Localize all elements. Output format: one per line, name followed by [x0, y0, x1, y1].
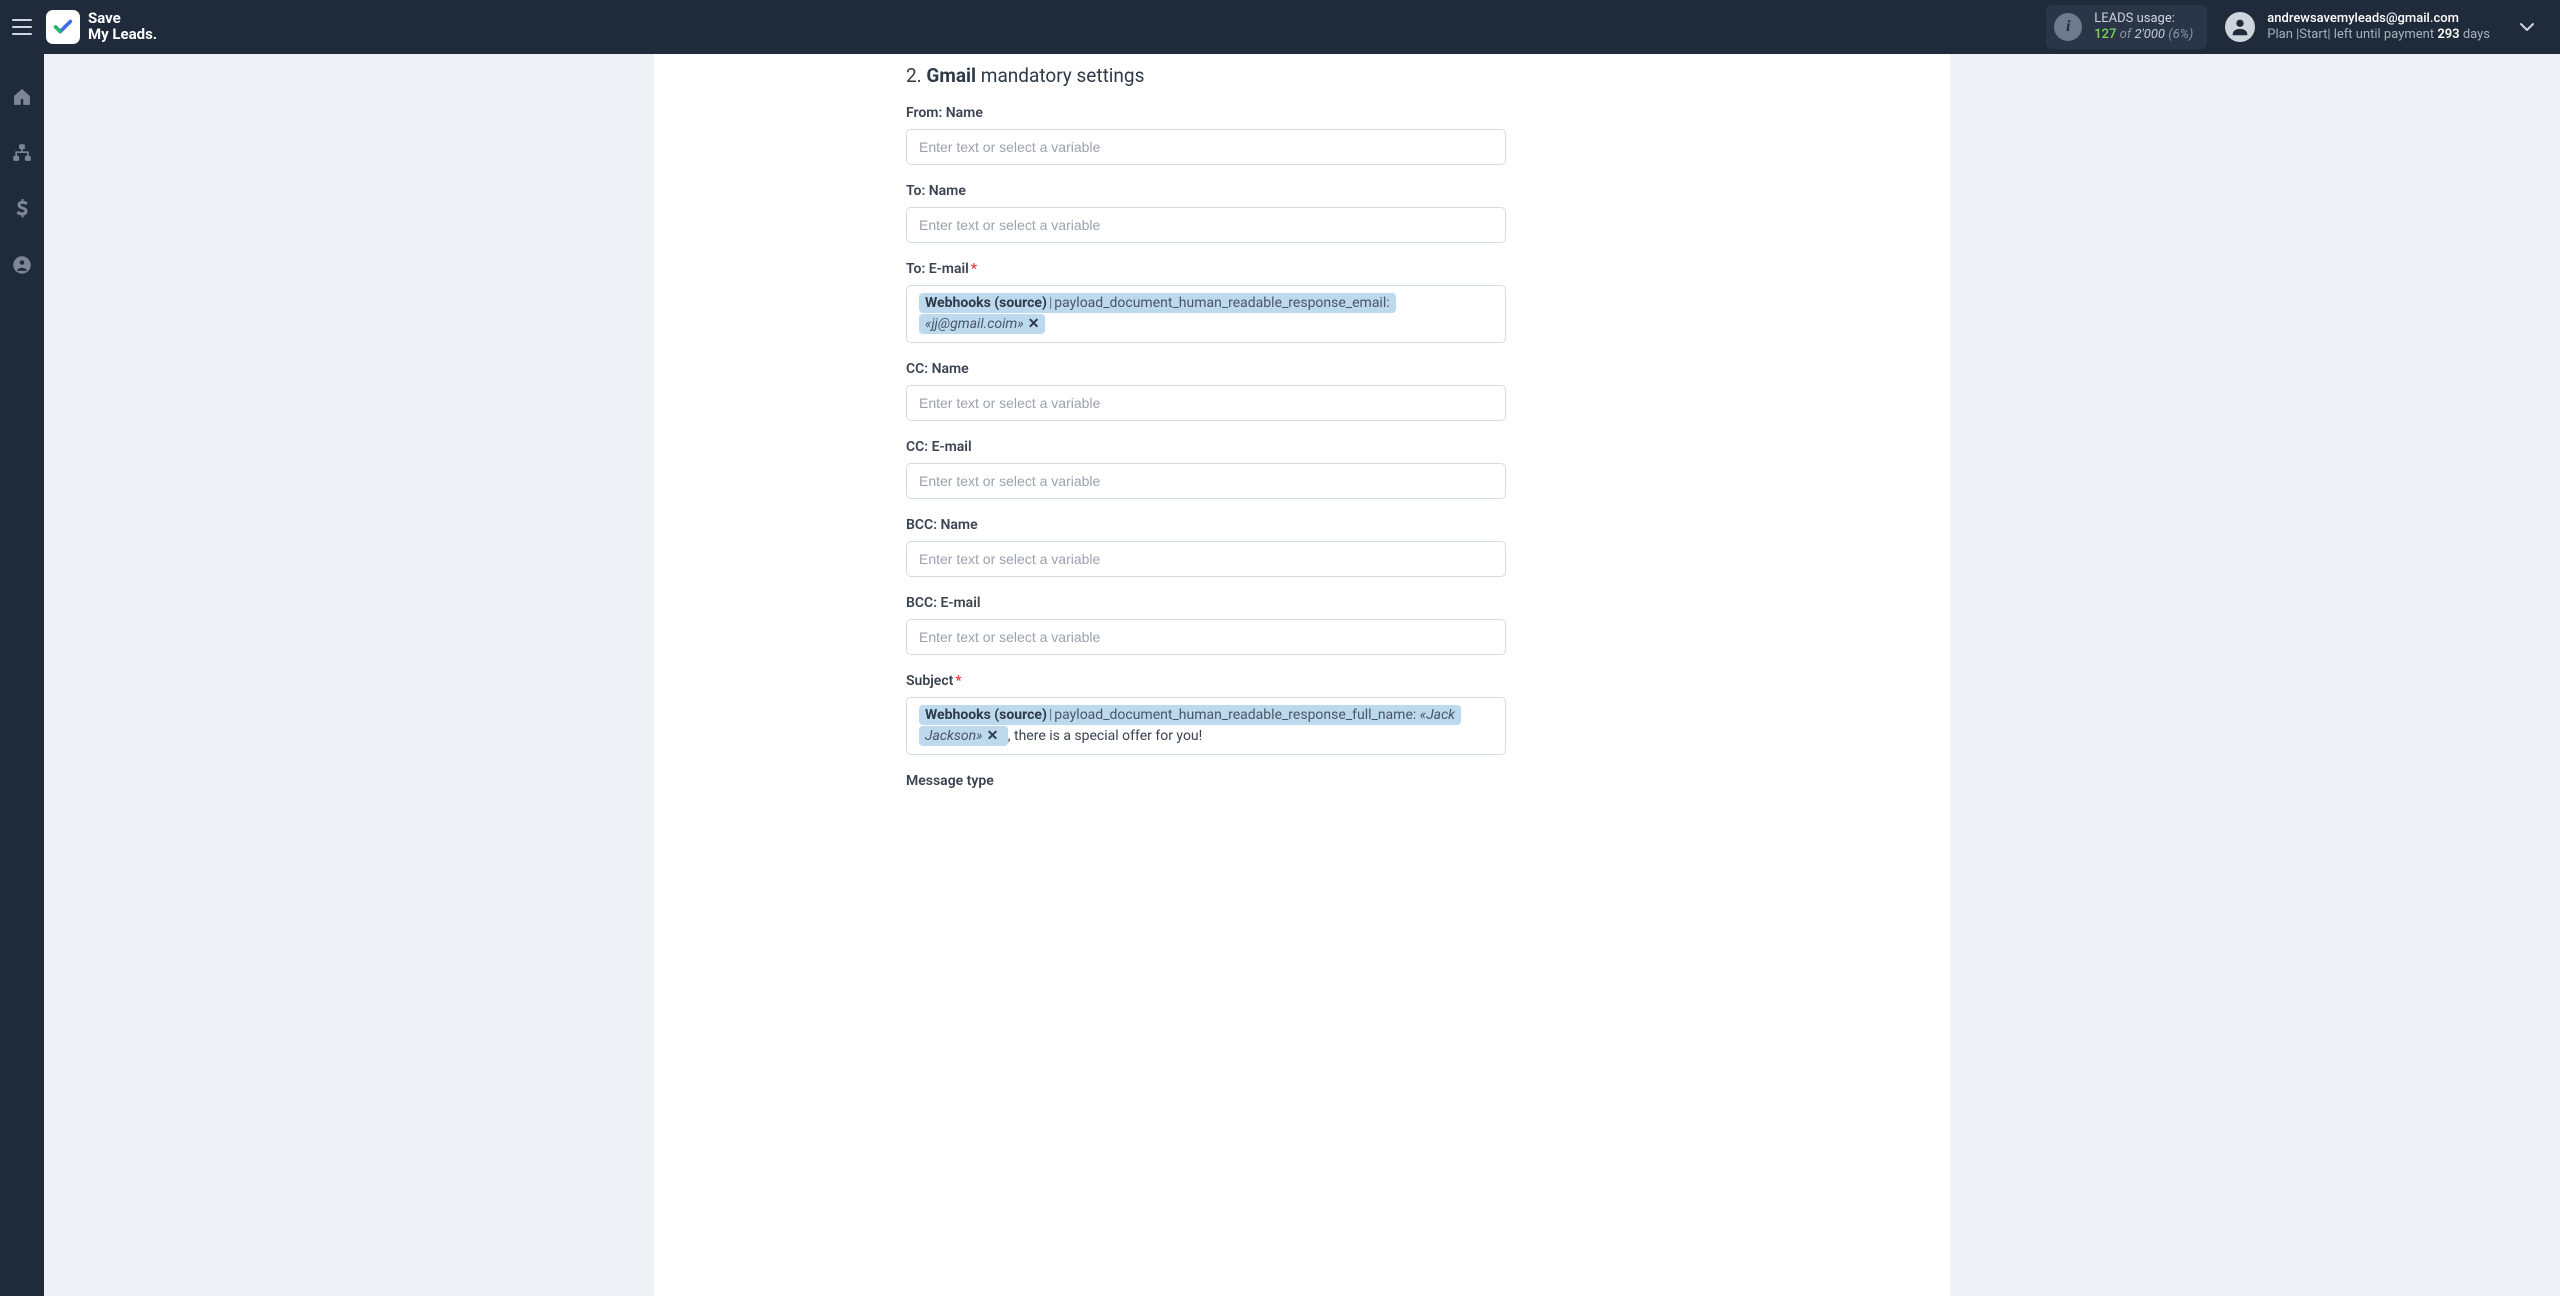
- dollar-icon: [16, 199, 28, 219]
- label-to-email: To: E-mail*: [906, 261, 1506, 277]
- settings-card: 2. Gmail mandatory settings From: Name T…: [654, 54, 1950, 1296]
- logo-text: SaveMy Leads.: [88, 11, 157, 43]
- sidebar-item-home[interactable]: [0, 82, 44, 112]
- sitemap-icon: [12, 143, 32, 163]
- input-to-email[interactable]: Webhooks (source)|payload_document_human…: [906, 285, 1506, 343]
- input-from-name[interactable]: [906, 129, 1506, 165]
- input-to-name-text[interactable]: [919, 217, 1493, 233]
- sidebar: [0, 54, 44, 1296]
- account-caret[interactable]: [2520, 22, 2534, 32]
- app-header: SaveMy Leads. i LEADS usage: 127 of 2'00…: [0, 0, 2560, 54]
- subject-trailing-text: , there is a special offer for you!: [1008, 728, 1202, 744]
- input-bcc-name[interactable]: [906, 541, 1506, 577]
- user-circle-icon: [12, 255, 32, 275]
- input-subject[interactable]: Webhooks (source)|payload_document_human…: [906, 697, 1506, 755]
- field-cc-name: CC: Name: [906, 361, 1506, 421]
- main-scroll-area[interactable]: 2. Gmail mandatory settings From: Name T…: [44, 54, 2560, 1296]
- field-from-name: From: Name: [906, 105, 1506, 165]
- label-bcc-email: BCC: E-mail: [906, 595, 1506, 611]
- info-icon: i: [2054, 13, 2082, 41]
- field-message-type: Message type: [906, 773, 1506, 789]
- label-message-type: Message type: [906, 773, 1506, 789]
- input-from-name-text[interactable]: [919, 139, 1493, 155]
- account-plan: Plan |Start| left until payment 293 days: [2267, 27, 2490, 43]
- hamburger-icon: [12, 19, 32, 35]
- section-title: 2. Gmail mandatory settings: [906, 64, 1506, 87]
- account-menu-button[interactable]: andrewsavemyleads@gmail.com Plan |Start|…: [2225, 11, 2560, 44]
- label-from-name: From: Name: [906, 105, 1506, 121]
- field-subject: Subject* Webhooks (source)|payload_docum…: [906, 673, 1506, 755]
- logo[interactable]: SaveMy Leads.: [46, 10, 157, 44]
- chip-remove-icon[interactable]: ✕: [1028, 316, 1040, 332]
- variable-chip-to-email[interactable]: Webhooks (source)|payload_document_human…: [919, 293, 1396, 334]
- usage-label: LEADS usage:: [2094, 11, 2193, 27]
- account-email: andrewsavemyleads@gmail.com: [2267, 11, 2490, 27]
- home-icon: [12, 87, 32, 107]
- input-cc-name[interactable]: [906, 385, 1506, 421]
- chip-remove-icon[interactable]: ✕: [987, 728, 999, 744]
- sidebar-item-account[interactable]: [0, 250, 44, 280]
- input-to-name[interactable]: [906, 207, 1506, 243]
- label-cc-email: CC: E-mail: [906, 439, 1506, 455]
- field-bcc-name: BCC: Name: [906, 517, 1506, 577]
- check-icon: [52, 16, 74, 38]
- usage-value: 127 of 2'000 (6%): [2094, 27, 2193, 43]
- input-cc-email-text[interactable]: [919, 473, 1493, 489]
- avatar: [2225, 12, 2255, 42]
- input-cc-name-text[interactable]: [919, 395, 1493, 411]
- hamburger-menu-button[interactable]: [0, 0, 44, 54]
- field-cc-email: CC: E-mail: [906, 439, 1506, 499]
- field-to-name: To: Name: [906, 183, 1506, 243]
- sidebar-item-billing[interactable]: [0, 194, 44, 224]
- label-to-name: To: Name: [906, 183, 1506, 199]
- input-cc-email[interactable]: [906, 463, 1506, 499]
- field-bcc-email: BCC: E-mail: [906, 595, 1506, 655]
- chevron-down-icon: [2520, 22, 2534, 32]
- logo-mark: [46, 10, 80, 44]
- input-bcc-email[interactable]: [906, 619, 1506, 655]
- input-bcc-name-text[interactable]: [919, 551, 1493, 567]
- input-bcc-email-text[interactable]: [919, 629, 1493, 645]
- sidebar-item-connections[interactable]: [0, 138, 44, 168]
- field-to-email: To: E-mail* Webhooks (source)|payload_do…: [906, 261, 1506, 343]
- gmail-settings-form: 2. Gmail mandatory settings From: Name T…: [906, 64, 1506, 789]
- label-subject: Subject*: [906, 673, 1506, 689]
- user-icon: [2229, 16, 2251, 38]
- label-bcc-name: BCC: Name: [906, 517, 1506, 533]
- leads-usage-panel: i LEADS usage: 127 of 2'000 (6%): [2046, 5, 2207, 50]
- label-cc-name: CC: Name: [906, 361, 1506, 377]
